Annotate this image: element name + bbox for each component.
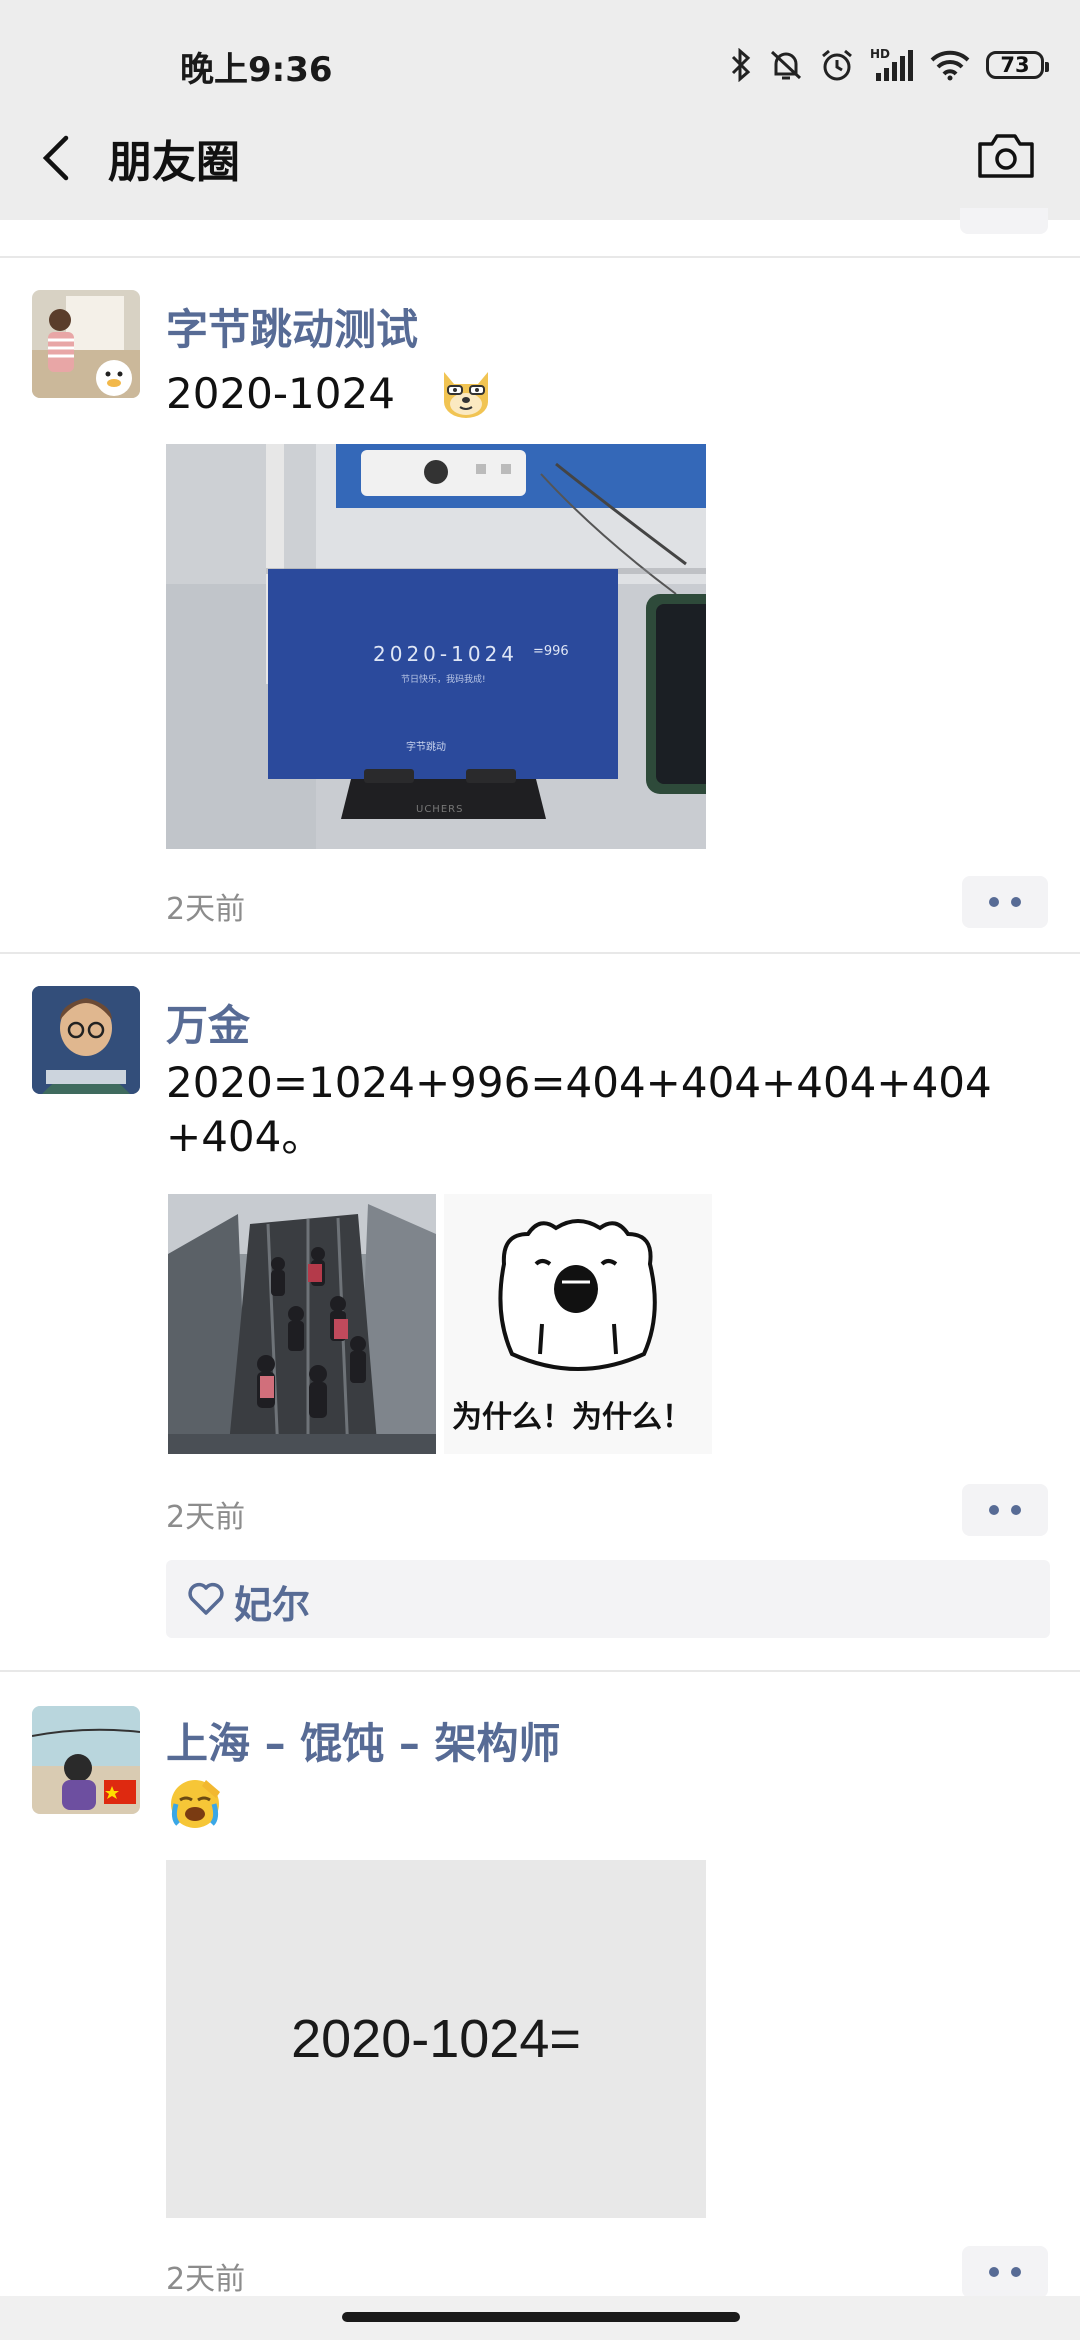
divider [0,256,1080,258]
avatar-image [32,986,140,1094]
back-button[interactable] [30,126,90,190]
card-subtitle: 节日快乐，我码我成! [401,675,486,685]
post-time: 2天前 [166,1500,246,1535]
poster-name[interactable]: 上海 – 馄饨 – 架构师 [166,1710,561,1771]
image-text: 2020-1024= [291,2009,581,2069]
avatar[interactable] [32,1706,140,1814]
likes-bar: 妃尔 [166,1560,1050,1638]
card-headline: 2020-1024 [373,642,519,666]
page-title: 朋友圈 [108,137,240,188]
post-photo-escalator[interactable] [168,1194,436,1454]
svg-text:HD: HD [870,47,890,61]
post-text: 2020=1024+996=404+404+404+404+404。 [166,1058,992,1161]
chevron-left-icon [42,135,69,181]
dot-icon [1011,2267,1021,2277]
dot-icon [989,2267,999,2277]
more-actions-button[interactable] [962,2246,1048,2298]
post-text: 2020-1024 [166,362,494,421]
stand-label: UCHERS [416,804,464,815]
avatar-image [32,290,140,398]
dot-icon [1011,897,1021,907]
post-time: 2天前 [166,2262,246,2297]
poster-name[interactable]: 万金 [166,992,250,1053]
more-actions-button[interactable] [962,1484,1048,1536]
previous-post-actions[interactable] [960,208,1048,234]
divider [0,952,1080,954]
home-indicator[interactable] [342,2312,740,2322]
status-time: 晚上9:36 [180,50,333,90]
meme-caption: 为什么！为什么！ [452,1400,692,1435]
post-photo[interactable]: 2020-1024 =996 节日快乐，我码我成! 字节跳动 UCHERS [166,444,706,849]
battery-indicator: 73 [986,51,1049,79]
post-image[interactable]: 2020-1024= [166,1860,706,2218]
avatar[interactable] [32,290,140,398]
post-text-content: 2020-1024 [166,369,395,418]
feed-top [0,220,1080,256]
liker-name[interactable]: 妃尔 [234,1574,310,1629]
heart-icon [188,1582,224,1615]
signal-hd-icon: HD [870,47,913,81]
escalator-photo [168,1194,436,1454]
camera-icon [978,134,1034,178]
divider [0,1670,1080,1672]
card-brand: 字节跳动 [406,742,446,753]
more-actions-button[interactable] [962,876,1048,928]
avatar-image [32,1706,140,1814]
status-icons: HD 73 [730,40,1049,90]
bluetooth-icon [731,48,751,82]
facepalm-cry-emoji-icon [171,1780,220,1828]
dot-icon [989,1505,999,1515]
doge-emoji-icon [444,372,489,418]
wifi-icon [930,50,970,81]
poster-name[interactable]: 字节跳动测试 [166,296,418,357]
dot-icon [989,897,999,907]
battery-level: 73 [1000,53,1030,77]
card-suffix: =996 [533,644,569,659]
post-photo-meme[interactable]: 为什么！为什么！ [444,1194,712,1454]
alarm-icon [822,49,852,81]
mute-bell-icon [770,50,802,80]
post-time: 2天前 [166,892,246,927]
nav-bar: 朋友圈 [0,96,1080,220]
avatar[interactable] [32,986,140,1094]
dot-icon [1011,1505,1021,1515]
camera-button[interactable] [974,124,1038,188]
